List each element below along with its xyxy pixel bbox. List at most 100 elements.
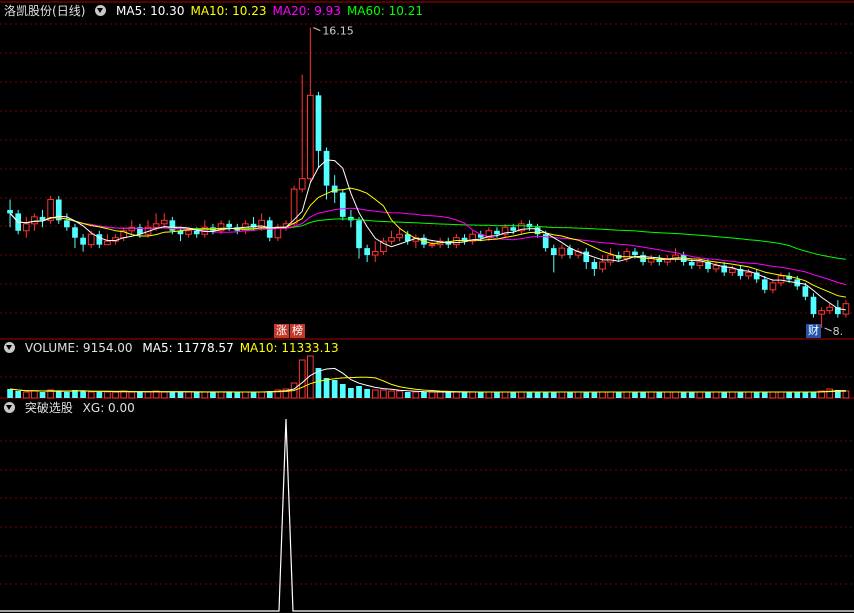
volume-bar bbox=[22, 391, 30, 399]
low-pointer bbox=[824, 327, 832, 332]
volume-bar bbox=[55, 391, 62, 398]
volume-bar bbox=[7, 389, 13, 398]
high-pointer bbox=[313, 27, 321, 32]
volume-bar bbox=[226, 392, 233, 398]
volume-bar bbox=[753, 392, 760, 398]
candle-body bbox=[810, 296, 817, 315]
candle-body bbox=[31, 216, 38, 225]
candle-body bbox=[761, 279, 768, 290]
ma60-line bbox=[9, 213, 846, 260]
candle-body bbox=[152, 223, 160, 228]
candle-body bbox=[388, 237, 395, 242]
volume-bar bbox=[712, 391, 720, 399]
volume-bar bbox=[558, 391, 566, 399]
volume-bar bbox=[348, 388, 354, 398]
candle-body bbox=[290, 188, 298, 225]
volume-bar bbox=[591, 392, 598, 398]
indicator-dropdown-icon[interactable] bbox=[4, 402, 15, 413]
volume-bar bbox=[421, 392, 427, 398]
volume-bar bbox=[258, 391, 265, 399]
volume-bar bbox=[769, 391, 777, 399]
candle-body bbox=[712, 264, 720, 270]
volume-header: VOLUME: 9154.00 MA5: 11778.57 MA10: 11333… bbox=[4, 340, 351, 356]
volume-bar bbox=[794, 392, 801, 398]
volume-ma-labels: MA5: 11778.57 MA10: 11333.13 bbox=[142, 341, 344, 355]
volume-bar bbox=[201, 391, 209, 399]
volume-bar bbox=[526, 392, 533, 398]
indicator-header: 突破选股 XG: 0.00 bbox=[4, 400, 141, 416]
volume-bar bbox=[96, 392, 103, 398]
ma-label-1: MA10: 10.23 bbox=[190, 4, 267, 18]
candle-body bbox=[364, 248, 370, 256]
volume-bar bbox=[501, 391, 509, 399]
volume-bar bbox=[404, 392, 411, 398]
volume-bar bbox=[583, 392, 590, 398]
volume-bar bbox=[826, 388, 834, 399]
volume-bar bbox=[250, 392, 257, 398]
candle-body bbox=[558, 247, 566, 256]
candle-body bbox=[323, 150, 330, 186]
volume-bar bbox=[777, 391, 785, 399]
volume-bar bbox=[672, 391, 679, 399]
candle-body bbox=[226, 223, 233, 228]
stock-chart: 16.15 8. bbox=[0, 1, 854, 612]
indicator-value: XG: 0.00 bbox=[82, 401, 135, 415]
volume-bar bbox=[112, 391, 119, 399]
candle-body bbox=[826, 306, 834, 312]
volume-bar bbox=[469, 391, 476, 399]
candle-body bbox=[160, 219, 168, 225]
ma10-line bbox=[9, 187, 846, 298]
volume-bar bbox=[461, 392, 468, 398]
volume-dropdown-icon[interactable] bbox=[4, 342, 15, 353]
volume-bar bbox=[104, 391, 111, 399]
volume-bar bbox=[339, 384, 346, 398]
candle-body bbox=[306, 94, 314, 180]
volume-bar bbox=[15, 391, 22, 398]
volume-bar bbox=[436, 391, 444, 399]
volume-bar bbox=[364, 389, 370, 398]
candle-body bbox=[104, 240, 111, 246]
badge-cai[interactable]: 财 bbox=[806, 324, 821, 338]
indicator-label: 突破选股 bbox=[24, 401, 73, 415]
high-label: 16.15 bbox=[322, 25, 354, 38]
vol-ma10-line bbox=[10, 376, 846, 393]
volume-bar bbox=[786, 392, 792, 398]
candle-body bbox=[599, 261, 606, 270]
period-label: (日线) bbox=[52, 4, 86, 18]
volume-bar bbox=[193, 392, 200, 398]
volume-bar bbox=[234, 392, 241, 398]
candle-body bbox=[510, 227, 517, 231]
volume-bar bbox=[550, 392, 557, 398]
ma-label-2: MA20: 9.93 bbox=[272, 4, 341, 18]
volume-bar bbox=[388, 390, 395, 399]
badge-bang[interactable]: 榜 bbox=[290, 324, 305, 338]
volume-bar bbox=[31, 390, 38, 399]
candle-body bbox=[632, 251, 638, 256]
candle-body bbox=[428, 244, 436, 247]
candle-body bbox=[842, 303, 850, 315]
candle-body bbox=[331, 185, 338, 193]
candle-body bbox=[96, 234, 103, 245]
candle-body bbox=[315, 95, 322, 151]
volume-bar bbox=[87, 391, 95, 399]
volume-bar bbox=[810, 392, 817, 398]
ma20-line bbox=[9, 207, 847, 286]
volume-bar bbox=[494, 392, 500, 398]
volume-bar bbox=[169, 392, 176, 398]
volume-bar bbox=[242, 391, 249, 399]
volume-bar bbox=[323, 378, 330, 398]
vol-ma-label-1: MA10: 11333.13 bbox=[239, 341, 339, 355]
candle-body bbox=[356, 220, 362, 249]
low-label: 8. bbox=[833, 325, 844, 338]
candle-body bbox=[22, 223, 30, 232]
badge-zhang[interactable]: 涨 bbox=[274, 324, 289, 338]
candle-body bbox=[818, 310, 825, 315]
volume-bar bbox=[298, 359, 306, 399]
volume-bar bbox=[517, 391, 525, 399]
volume-bar bbox=[728, 391, 736, 399]
volume-bar bbox=[567, 392, 573, 398]
candle-body bbox=[193, 230, 200, 235]
candle-body bbox=[769, 282, 777, 291]
dropdown-icon[interactable] bbox=[95, 5, 107, 16]
ma-label-0: MA5: 10.30 bbox=[116, 4, 185, 18]
